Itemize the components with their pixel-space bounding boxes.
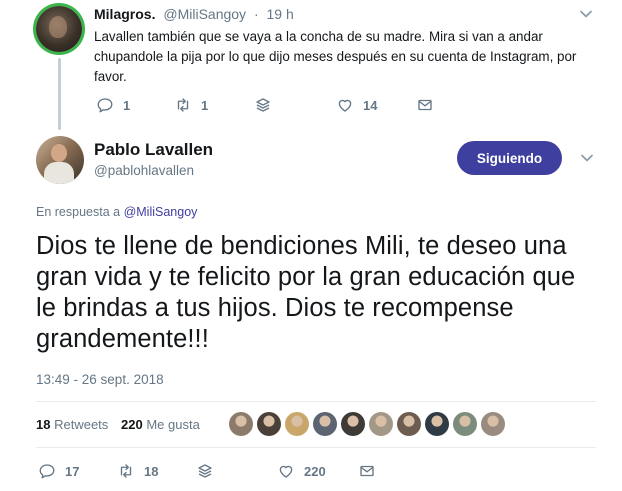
author-name[interactable]: Pablo Lavallen xyxy=(94,140,213,160)
retweet-button[interactable]: 18 xyxy=(117,462,158,480)
tweet-text: Dios te llene de bendiciones Mili, te de… xyxy=(36,232,576,353)
like-button[interactable]: 220 xyxy=(277,462,326,480)
likes-stat-label: Me gusta xyxy=(146,417,200,432)
retweets-stat[interactable]: 18 Retweets xyxy=(36,417,108,432)
like-button[interactable]: 14 xyxy=(336,96,377,114)
reply-to-handle[interactable]: @MiliSangoy xyxy=(124,205,198,219)
like-count: 14 xyxy=(363,97,378,113)
message-button[interactable] xyxy=(358,462,376,480)
message-button[interactable] xyxy=(416,96,434,114)
parent-tweet-header: Milagros. @MiliSangoy · 19 h xyxy=(94,6,294,22)
liker-avatar[interactable] xyxy=(481,412,505,436)
retweets-stat-count: 18 xyxy=(36,417,51,432)
reply-context: En respuesta a @MiliSangoy xyxy=(36,205,197,219)
liker-avatar[interactable] xyxy=(229,412,253,436)
liker-avatar[interactable] xyxy=(285,412,309,436)
tweet-action-bar: 17 18 220 xyxy=(0,462,622,482)
likes-stat[interactable]: 220 Me gusta xyxy=(121,417,200,432)
liker-avatars xyxy=(229,412,505,436)
stack-icon xyxy=(256,98,270,112)
reply-icon xyxy=(39,464,55,479)
reply-count: 17 xyxy=(65,463,80,479)
retweet-count: 1 xyxy=(201,97,209,113)
heart-icon xyxy=(279,465,293,478)
reply-prefix: En respuesta a xyxy=(36,205,121,219)
parent-avatar[interactable] xyxy=(36,6,82,52)
reply-icon xyxy=(97,98,113,113)
liker-avatar[interactable] xyxy=(313,412,337,436)
following-button[interactable]: Siguiendo xyxy=(457,141,562,175)
envelope-icon xyxy=(418,99,432,111)
like-count: 220 xyxy=(304,463,326,479)
header-separator: · xyxy=(253,6,259,22)
parent-tweet-time[interactable]: 19 h xyxy=(267,6,294,22)
divider xyxy=(36,447,596,448)
retweet-icon xyxy=(177,98,189,112)
retweet-count: 18 xyxy=(144,463,159,479)
parent-tweet-text: Lavallen también que se vaya a la concha… xyxy=(94,29,577,84)
retweets-stat-label: Retweets xyxy=(54,417,109,432)
author-avatar[interactable] xyxy=(36,136,84,184)
stack-button[interactable] xyxy=(254,96,272,114)
author-handle[interactable]: @pablohlavallen xyxy=(94,163,194,178)
liker-avatar[interactable] xyxy=(397,412,421,436)
divider xyxy=(36,401,596,402)
parent-author-name[interactable]: Milagros. xyxy=(94,6,155,22)
reply-button[interactable]: 1 xyxy=(96,96,130,114)
liker-avatar[interactable] xyxy=(425,412,449,436)
reply-button[interactable]: 17 xyxy=(38,462,79,480)
likes-stat-count: 220 xyxy=(121,417,143,432)
envelope-icon xyxy=(360,465,374,477)
retweet-icon xyxy=(120,464,132,478)
heart-icon xyxy=(338,99,352,112)
thread-connector xyxy=(58,58,61,130)
chevron-down-icon[interactable] xyxy=(581,152,593,164)
parent-author-handle[interactable]: @MiliSangoy xyxy=(163,6,246,22)
liker-avatar[interactable] xyxy=(369,412,393,436)
retweet-button[interactable]: 1 xyxy=(174,96,208,114)
liker-avatar[interactable] xyxy=(257,412,281,436)
stack-button[interactable] xyxy=(196,462,214,480)
liker-avatar[interactable] xyxy=(453,412,477,436)
parent-action-bar: 1 1 14 xyxy=(0,96,622,116)
chevron-down-icon[interactable] xyxy=(580,8,592,20)
tweet-timestamp[interactable]: 13:49 - 26 sept. 2018 xyxy=(36,372,164,387)
stack-icon xyxy=(198,464,212,478)
reply-count: 1 xyxy=(123,97,131,113)
liker-avatar[interactable] xyxy=(341,412,365,436)
